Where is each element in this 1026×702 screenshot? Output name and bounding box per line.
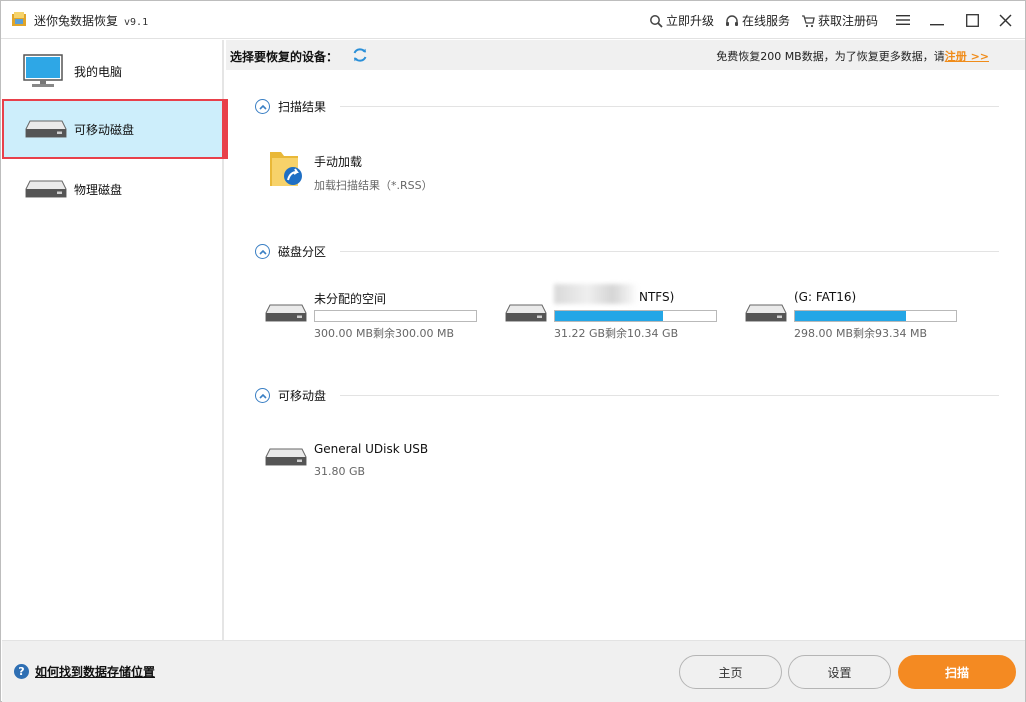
app-title: 迷你兔数据恢复 v9.1 <box>34 12 148 29</box>
service-label: 在线服务 <box>742 14 791 28</box>
minimize-button[interactable] <box>924 8 950 32</box>
close-icon <box>999 14 1011 26</box>
monitor-icon <box>23 54 63 87</box>
usage-bar <box>794 310 957 322</box>
upgrade-link[interactable]: 立即升级 <box>649 12 714 29</box>
usage-bar <box>314 310 477 322</box>
usage-bar <box>554 310 717 322</box>
disk-icon <box>505 304 547 322</box>
app-logo-icon <box>12 12 26 26</box>
settings-button[interactable]: 设置 <box>788 655 891 689</box>
close-button[interactable] <box>992 8 1018 32</box>
free-recovery-note: 免费恢复200 MB数据，为了恢复更多数据，请注册 >> <box>716 48 989 64</box>
cart-icon <box>802 14 815 27</box>
refresh-icon[interactable] <box>352 47 368 63</box>
chevron-up-icon <box>258 249 267 255</box>
disk-icon <box>25 120 67 138</box>
sidebar-item-label: 物理磁盘 <box>74 182 123 197</box>
partition-size: 298.00 MB剩余93.34 MB <box>794 327 928 340</box>
folder-load-icon <box>270 152 302 186</box>
search-upgrade-icon <box>650 14 663 28</box>
help-link[interactable]: ? 如何找到数据存储位置 <box>14 663 155 680</box>
maximize-button[interactable] <box>959 8 985 32</box>
sidebar-item-removable-disk[interactable]: 可移动磁盘 <box>2 99 228 159</box>
sidebar-item-physical-disk[interactable]: 物理磁盘 <box>2 159 224 219</box>
chevron-up-icon <box>258 393 267 399</box>
app-version: v9.1 <box>124 17 149 28</box>
redaction-blur <box>554 284 638 304</box>
app-title-text: 迷你兔数据恢复 <box>34 14 119 28</box>
partition-item-unallocated[interactable]: 未分配的空间 300.00 MB剩余300.00 MB <box>264 290 484 340</box>
disk-icon <box>265 448 307 466</box>
sidebar-item-label: 可移动磁盘 <box>74 122 135 137</box>
scan-button[interactable]: 扫描 <box>898 655 1016 689</box>
section-title: 扫描结果 <box>278 100 327 114</box>
register-link[interactable]: 注册 >> <box>945 50 989 63</box>
section-divider <box>340 106 999 107</box>
maximize-icon <box>965 13 979 27</box>
sidebar: 我的电脑 可移动磁盘 物理磁盘 <box>2 40 228 640</box>
collapse-icon[interactable] <box>255 388 270 403</box>
register-code-label: 获取注册码 <box>818 14 879 28</box>
item-subtext: 加载扫描结果（*.RSS） <box>314 179 433 192</box>
partition-size: 300.00 MB剩余300.00 MB <box>314 327 455 340</box>
disk-icon <box>25 180 67 198</box>
disk-size: 31.80 GB <box>314 465 366 478</box>
removable-disk-item[interactable]: General UDisk USB 31.80 GB <box>264 442 484 482</box>
sidebar-item-label: 我的电脑 <box>74 64 123 79</box>
item-name: 手动加载 <box>314 155 363 169</box>
section-divider <box>340 251 999 252</box>
upgrade-label: 立即升级 <box>666 14 715 28</box>
select-device-label: 选择要恢复的设备： <box>230 50 339 64</box>
hamburger-icon <box>896 15 910 25</box>
section-title: 磁盘分区 <box>278 245 327 259</box>
title-bar: 迷你兔数据恢复 v9.1 立即升级 在线服务 获取注册码 <box>1 1 1025 39</box>
partition-name: (G: FAT16) <box>794 290 857 304</box>
device-header: 选择要恢复的设备： 免费恢复200 MB数据，为了恢复更多数据，请注册 >> <box>226 40 1025 70</box>
partition-item-ntfs[interactable]: NTFS) 31.22 GB剩余10.34 GB <box>504 284 724 340</box>
menu-button[interactable] <box>890 8 916 32</box>
footer-bar: ? 如何找到数据存储位置 主页 设置 扫描 <box>2 640 1025 702</box>
help-text: 如何找到数据存储位置 <box>35 665 156 679</box>
section-title: 可移动盘 <box>278 389 327 403</box>
headset-icon <box>726 14 738 26</box>
usage-bar-fill <box>795 311 907 321</box>
disk-icon <box>265 304 307 322</box>
help-icon: ? <box>14 664 29 679</box>
minimize-icon <box>930 24 944 26</box>
disk-name: General UDisk USB <box>314 442 429 456</box>
online-service-link[interactable]: 在线服务 <box>725 12 790 29</box>
chevron-up-icon <box>258 104 267 110</box>
app-window: 迷你兔数据恢复 v9.1 立即升级 在线服务 获取注册码 我的电脑 可移动磁盘 … <box>0 0 1026 702</box>
partition-name: NTFS) <box>639 290 675 304</box>
disk-icon <box>745 304 787 322</box>
free-note-text: 免费恢复200 MB数据，为了恢复更多数据，请 <box>716 50 945 63</box>
section-divider <box>340 395 999 396</box>
partition-item-fat16[interactable]: (G: FAT16) 298.00 MB剩余93.34 MB <box>744 290 964 340</box>
manual-load-item[interactable]: 手动加载 加载扫描结果（*.RSS） <box>264 152 464 193</box>
partitions-section-header: 磁盘分区 <box>255 243 999 260</box>
collapse-icon[interactable] <box>255 99 270 114</box>
partition-size: 31.22 GB剩余10.34 GB <box>554 327 679 340</box>
home-button[interactable]: 主页 <box>679 655 782 689</box>
sidebar-item-my-computer[interactable]: 我的电脑 <box>2 41 224 101</box>
scan-results-section-header: 扫描结果 <box>255 98 999 115</box>
register-code-link[interactable]: 获取注册码 <box>801 12 878 29</box>
usage-bar-fill <box>555 311 663 321</box>
removable-section-header: 可移动盘 <box>255 387 999 404</box>
partition-name: 未分配的空间 <box>314 292 387 306</box>
collapse-icon[interactable] <box>255 244 270 259</box>
